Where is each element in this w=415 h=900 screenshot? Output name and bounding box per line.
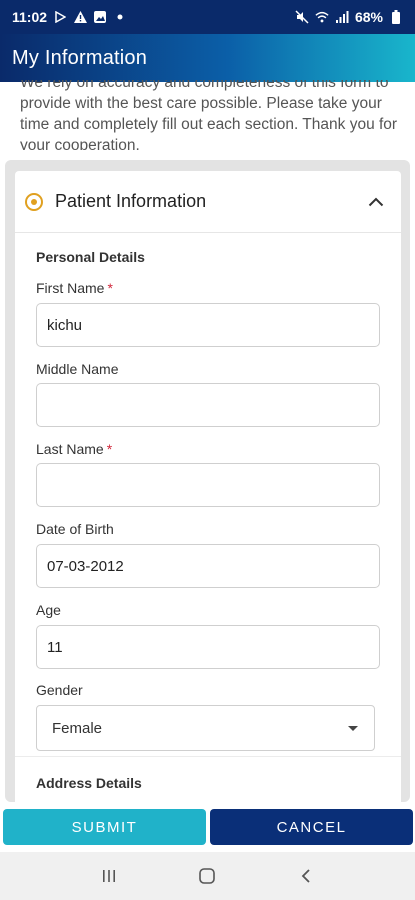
intro-text-container: We rely on accuracy and completeness of … [20, 80, 405, 150]
gender-select[interactable]: Female [36, 705, 375, 751]
first-name-field[interactable]: kichu [36, 303, 380, 347]
required-marker: * [107, 280, 113, 296]
required-marker: * [106, 441, 113, 457]
section-title: Patient Information [55, 191, 207, 211]
submit-button[interactable]: SUBMIT [3, 809, 206, 845]
status-bar: 11:02 68% [0, 0, 415, 34]
chevron-up-icon[interactable] [367, 193, 385, 211]
app-bar: My Information [0, 34, 415, 82]
last-name-field[interactable] [36, 463, 380, 507]
dob-field[interactable]: 07-03-2012 [36, 544, 380, 588]
age-label: Age [36, 602, 61, 618]
last-name-label: Last Name * [36, 441, 113, 457]
intro-text: We rely on accuracy and completeness of … [20, 80, 398, 150]
form-container: Patient Information Personal Details Fir… [5, 160, 410, 802]
cancel-button[interactable]: CANCEL [210, 809, 413, 845]
middle-name-field[interactable] [36, 383, 380, 427]
status-left: 11:02 [12, 9, 127, 25]
section-header[interactable]: Patient Information [15, 171, 401, 233]
back-icon[interactable] [286, 856, 326, 896]
play-icon [53, 10, 67, 24]
home-icon[interactable] [187, 856, 227, 896]
wifi-icon [315, 10, 329, 24]
battery-icon [389, 10, 403, 24]
dob-label: Date of Birth [36, 521, 114, 537]
patient-information-section: Patient Information Personal Details Fir… [15, 171, 401, 802]
recent-apps-icon[interactable] [89, 856, 129, 896]
caret-down-icon [348, 725, 358, 731]
personal-details-heading: Personal Details [36, 249, 145, 265]
action-bar: SUBMIT CANCEL [0, 802, 415, 852]
section-body: Personal Details First Name * kichu Middl… [15, 233, 401, 802]
image-icon [93, 10, 107, 24]
signal-icon [335, 10, 349, 24]
page-title: My Information [12, 46, 148, 69]
battery-level: 68% [354, 9, 383, 25]
address-details-heading: Address Details [36, 775, 142, 791]
section-divider [15, 756, 401, 757]
gender-select-value: Female [52, 719, 103, 737]
radio-selected-icon [25, 192, 43, 211]
mute-icon [295, 10, 309, 24]
age-field[interactable]: 11 [36, 625, 380, 669]
notification-dot-icon [113, 10, 127, 24]
first-name-label: First Name * [36, 280, 113, 296]
gender-label: Gender [36, 682, 83, 698]
warning-icon [73, 10, 87, 24]
status-right: 68% [295, 9, 403, 25]
status-time: 11:02 [12, 9, 48, 25]
middle-name-label: Middle Name [36, 361, 119, 377]
system-nav-bar [0, 852, 415, 900]
